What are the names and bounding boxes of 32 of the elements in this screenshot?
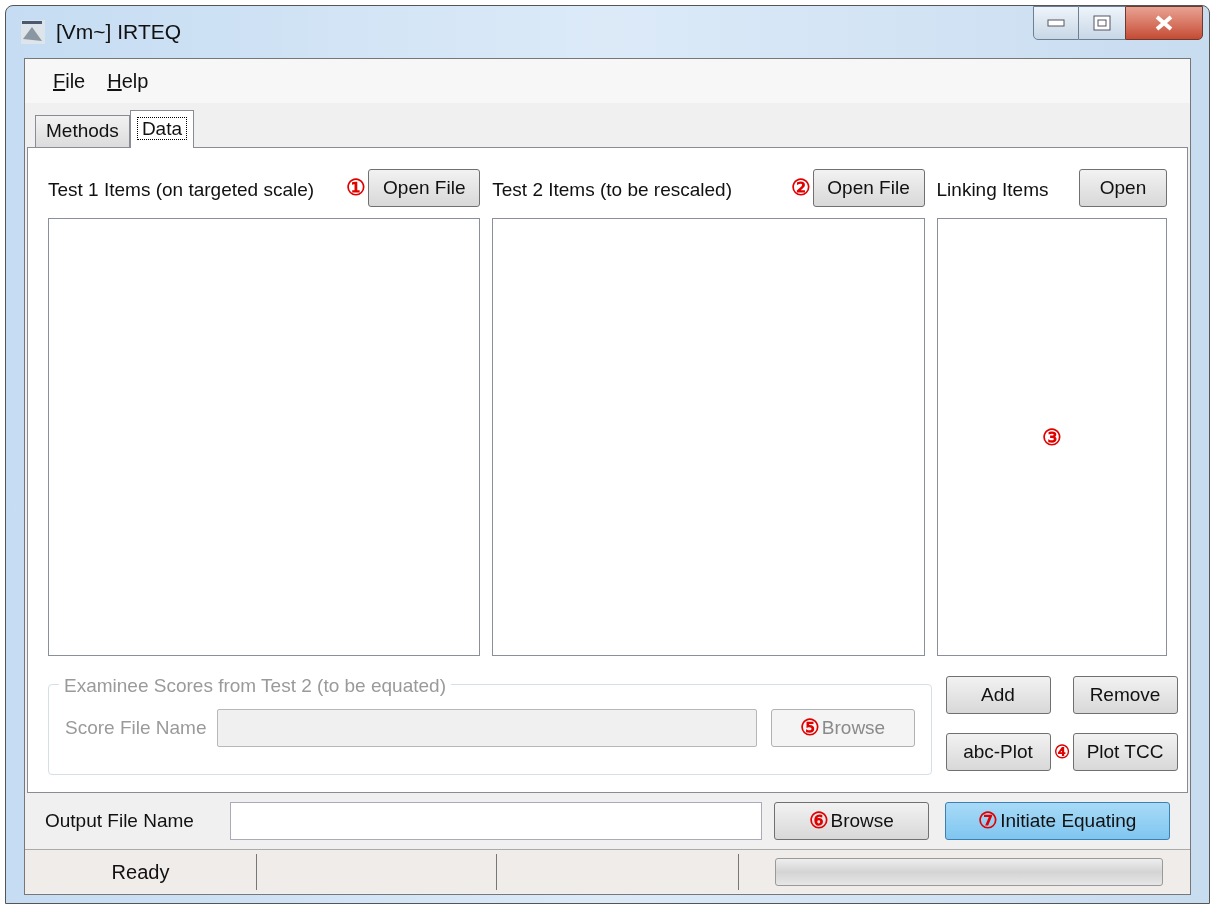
linking-button[interactable]: abc-Plot (945, 733, 1051, 772)
minimize-button[interactable] (1033, 6, 1079, 40)
initiate-equating-button[interactable]: ⑦ Initiate Equating (944, 802, 1170, 840)
tab-panel: Test 1 Items (on targeted scale) ① Open File Test 2 Items (to be rescaled) ② Open File Linking Items Open ③ Examinee Scores from Test 2 (to be equated) Score File Name ⑤ Browse Add Remove abc-Plot ④ Plot TCC (27, 147, 1188, 793)
open-file-button[interactable]: Open (1079, 169, 1167, 207)
linking-button[interactable]: Add (945, 675, 1051, 714)
tab[interactable]: Methods (35, 115, 130, 147)
list-label: Linking Items (936, 178, 1049, 202)
minimize-icon (1047, 19, 1065, 27)
menu-item[interactable]: Help (107, 66, 149, 96)
maximize-button[interactable] (1079, 6, 1125, 40)
output-file-field[interactable] (230, 802, 762, 840)
output-label: Output File Name (45, 808, 195, 833)
app-icon (20, 19, 46, 45)
status-text: Ready (25, 853, 257, 890)
item-list[interactable]: ③ (936, 218, 1167, 656)
open-file-button[interactable]: Open File (368, 169, 481, 207)
field-label: Score File Name (65, 715, 207, 740)
linking-button[interactable]: Plot TCC (1072, 733, 1178, 772)
open-file-button[interactable]: Open File (812, 169, 925, 207)
menu-item[interactable]: File (53, 66, 86, 96)
close-icon (1154, 15, 1174, 31)
window-title: [Vm~] IRTEQ (56, 19, 182, 46)
maximize-icon (1093, 15, 1111, 31)
annotation-marker: ③ (1041, 423, 1062, 452)
list-label: Test 2 Items (to be rescaled) (492, 178, 732, 202)
list-label: Test 1 Items (on targeted scale) (48, 178, 315, 202)
annotation-marker: ④ (1052, 743, 1071, 762)
linking-button[interactable]: Remove (1072, 675, 1178, 714)
close-button[interactable] (1125, 6, 1203, 40)
browse-button[interactable]: ⑥ Browse (773, 802, 929, 840)
tab[interactable]: Data (129, 110, 194, 148)
